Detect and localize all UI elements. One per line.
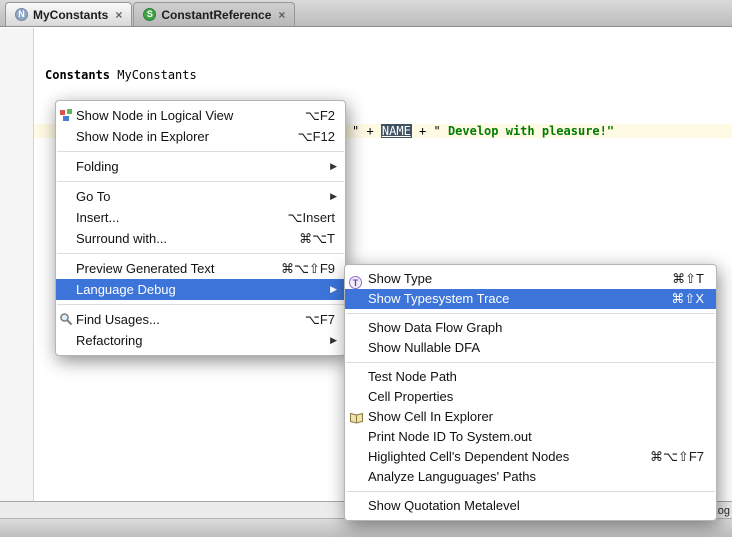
menu-item-label: Refactoring [76, 333, 142, 348]
menu-item-label: Go To [76, 189, 110, 204]
menu-item-label: Analyze Languguages' Paths [368, 469, 536, 484]
menu-separator [57, 304, 344, 305]
menu-item-refactoring[interactable]: Refactoring ▶ [56, 330, 345, 351]
menu-item-show-node-in-logical-view[interactable]: Show Node in Logical View ⌥F2 [56, 105, 345, 126]
submenu-arrow-icon: ▶ [330, 330, 337, 351]
menu-item-label: Show Data Flow Graph [368, 320, 502, 335]
menu-item-shortcut: ⌘⇧X [671, 289, 704, 309]
menu-item-surround-with[interactable]: Surround with... ⌘⌥T [56, 228, 345, 249]
language-debug-submenu: T Show Type ⌘⇧T Show Typesystem Trace ⌘⇧… [344, 264, 717, 521]
operator: + " [412, 124, 448, 138]
menu-item-label: Show Node in Logical View [76, 108, 233, 123]
menu-item-show-cell-in-explorer[interactable]: Show Cell In Explorer [345, 407, 716, 427]
menu-item-label: Folding [76, 159, 119, 174]
type-icon: T [349, 272, 364, 287]
menu-item-analyze-languages-paths[interactable]: Analyze Languguages' Paths [345, 467, 716, 487]
menu-item-label: Print Node ID To System.out [368, 429, 532, 444]
menu-item-language-debug[interactable]: Language Debug ▶ [56, 279, 345, 300]
menu-item-test-node-path[interactable]: Test Node Path [345, 367, 716, 387]
menu-item-go-to[interactable]: Go To ▶ [56, 186, 345, 207]
operator: " + [352, 124, 381, 138]
editor-tab-bar: N MyConstants × S ConstantReference × [0, 0, 732, 27]
menu-item-label: Show Cell In Explorer [368, 409, 493, 424]
editor-context-menu: Show Node in Logical View ⌥F2 Show Node … [55, 100, 346, 356]
menu-separator [57, 151, 344, 152]
magnifier-icon [59, 312, 74, 327]
menu-item-label: Preview Generated Text [76, 261, 215, 276]
menu-item-label: Show Node in Explorer [76, 129, 209, 144]
submenu-arrow-icon: ▶ [330, 279, 337, 300]
keyword: Constants [45, 68, 117, 82]
menu-item-shortcut: ⌥Insert [288, 207, 336, 228]
book-icon [349, 410, 364, 425]
editor-gutter [0, 28, 34, 502]
menu-item-shortcut: ⌘⌥T [299, 228, 335, 249]
menu-item-label: Show Nullable DFA [368, 340, 480, 355]
menu-item-show-type[interactable]: T Show Type ⌘⇧T [345, 269, 716, 289]
menu-item-label: Show Typesystem Trace [368, 291, 509, 306]
menu-item-find-usages[interactable]: Find Usages... ⌥F7 [56, 309, 345, 330]
selected-cell[interactable]: NAME [381, 124, 412, 138]
menu-item-show-nullable-dfa[interactable]: Show Nullable DFA [345, 338, 716, 358]
submenu-arrow-icon: ▶ [330, 156, 337, 177]
tab-label: ConstantReference [161, 8, 271, 22]
menu-item-label: Surround with... [76, 231, 167, 246]
menu-item-shortcut: ⌥F2 [305, 105, 335, 126]
menu-item-shortcut: ⌥F12 [298, 126, 335, 147]
menu-item-show-typesystem-trace[interactable]: Show Typesystem Trace ⌘⇧X [345, 289, 716, 309]
menu-item-folding[interactable]: Folding ▶ [56, 156, 345, 177]
menu-separator [346, 313, 715, 314]
menu-separator [346, 362, 715, 363]
code-line-partial: " + NAME + " Develop with pleasure!" [352, 124, 614, 138]
tab-myconstants[interactable]: N MyConstants × [5, 2, 132, 26]
menu-item-show-data-flow-graph[interactable]: Show Data Flow Graph [345, 318, 716, 338]
close-icon[interactable]: × [115, 9, 122, 21]
menu-item-shortcut: ⌘⇧T [672, 269, 704, 289]
menu-item-label: Show Quotation Metalevel [368, 498, 520, 513]
menu-item-label: Higlighted Cell's Dependent Nodes [368, 449, 569, 464]
menu-separator [57, 181, 344, 182]
menu-item-highlighted-cells-dependent-nodes[interactable]: Higlighted Cell's Dependent Nodes ⌘⌥⇧F7 [345, 447, 716, 467]
mps-ide-window: N MyConstants × S ConstantReference × Co… [0, 0, 732, 537]
menu-item-label: Insert... [76, 210, 119, 225]
menu-separator [57, 253, 344, 254]
menu-item-label: Cell Properties [368, 389, 453, 404]
code-line: Constants MyConstants [45, 68, 312, 82]
tab-label: MyConstants [33, 8, 108, 22]
type-icon-letter: T [349, 276, 362, 289]
menu-item-shortcut: ⌘⌥⇧F7 [650, 447, 704, 467]
menu-item-cell-properties[interactable]: Cell Properties [345, 387, 716, 407]
identifier: MyConstants [117, 68, 196, 82]
menu-item-label: Test Node Path [368, 369, 457, 384]
menu-item-show-node-in-explorer[interactable]: Show Node in Explorer ⌥F12 [56, 126, 345, 147]
concept-icon: S [143, 8, 156, 21]
string-literal: Develop with pleasure!" [448, 124, 614, 138]
menu-item-shortcut: ⌘⌥⇧F9 [281, 258, 335, 279]
menu-item-label: Show Type [368, 271, 432, 286]
status-bar [0, 519, 732, 537]
node-icon: N [15, 8, 28, 21]
logical-view-icon [59, 108, 74, 123]
menu-item-print-node-id[interactable]: Print Node ID To System.out [345, 427, 716, 447]
menu-item-preview-generated-text[interactable]: Preview Generated Text ⌘⌥⇧F9 [56, 258, 345, 279]
submenu-arrow-icon: ▶ [330, 186, 337, 207]
menu-item-show-quotation-metalevel[interactable]: Show Quotation Metalevel [345, 496, 716, 516]
menu-separator [346, 491, 715, 492]
menu-item-label: Language Debug [76, 282, 176, 297]
tab-constantreference[interactable]: S ConstantReference × [133, 2, 295, 26]
menu-item-label: Find Usages... [76, 312, 160, 327]
menu-item-insert[interactable]: Insert... ⌥Insert [56, 207, 345, 228]
menu-item-shortcut: ⌥F7 [305, 309, 335, 330]
close-icon[interactable]: × [278, 9, 285, 21]
